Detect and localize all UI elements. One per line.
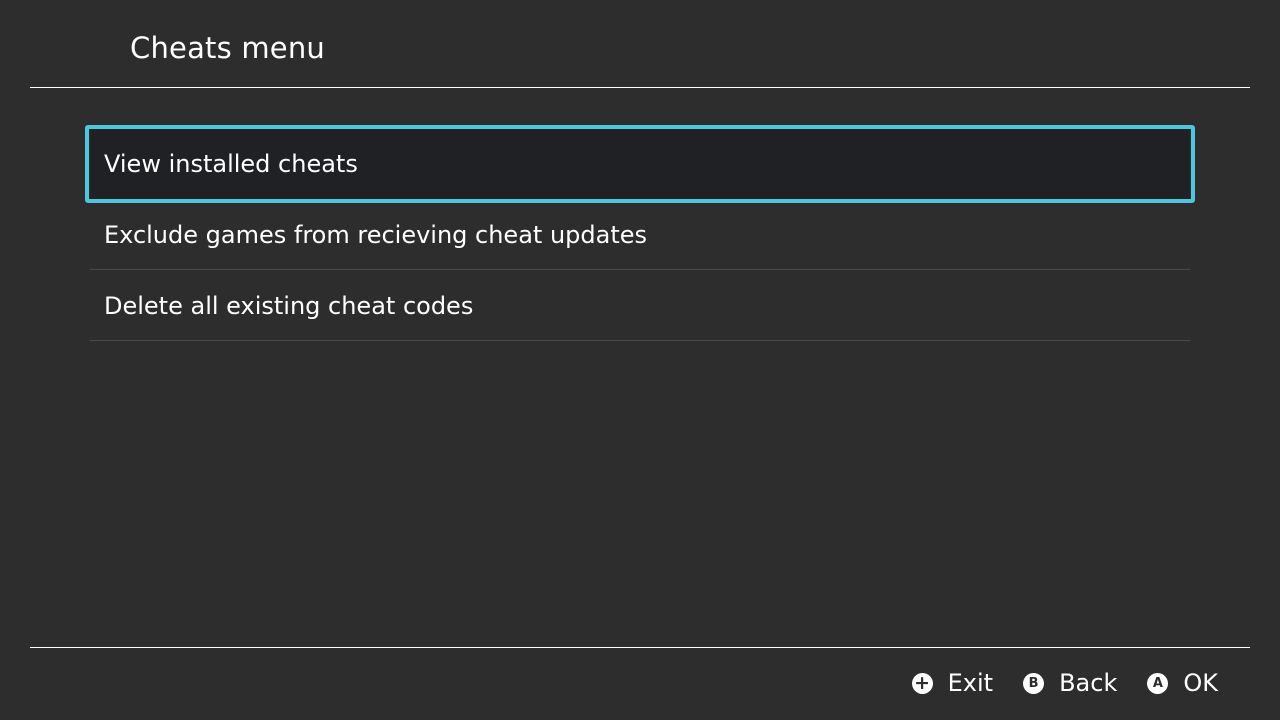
back-label: Back [1059,669,1118,697]
cheats-menu-list: View installed cheats Exclude games from… [85,125,1195,342]
button-hints-bar: + Exit B Back A OK [911,664,1218,702]
menu-item-view-installed-cheats[interactable]: View installed cheats [85,125,1195,203]
b-button-icon: B [1023,672,1045,694]
footer-divider [30,647,1250,648]
header-divider [30,87,1250,88]
cheats-menu-screen: Cheats menu View installed cheats Exclud… [0,0,1280,720]
menu-item-label: View installed cheats [104,150,358,178]
menu-item-delete-all-cheats[interactable]: Delete all existing cheat codes [90,271,1190,341]
exit-label: Exit [947,669,994,697]
menu-item-label: Exclude games from recieving cheat updat… [104,221,648,249]
ok-hint[interactable]: A OK [1147,664,1218,702]
back-hint[interactable]: B Back [1023,664,1117,702]
menu-item-exclude-games[interactable]: Exclude games from recieving cheat updat… [90,200,1190,270]
page-title: Cheats menu [130,31,325,65]
ok-label: OK [1183,669,1218,697]
a-button-icon: A [1147,672,1169,694]
plus-button-icon: + [911,672,933,694]
exit-hint[interactable]: + Exit [911,664,994,702]
menu-item-label: Delete all existing cheat codes [104,292,474,320]
